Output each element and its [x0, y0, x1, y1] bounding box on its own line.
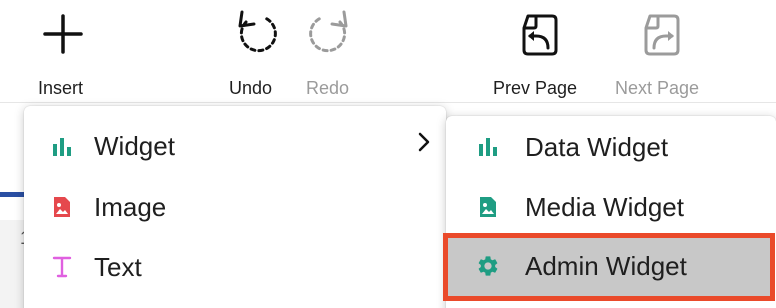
insert-menu: Widget Image Text — [24, 106, 446, 308]
next-page-icon — [644, 14, 680, 56]
undo-label: Undo — [229, 78, 273, 98]
page-accent-bar — [0, 192, 24, 197]
next-page-button[interactable]: Next Page — [612, 0, 716, 102]
submenu-item-media-widget[interactable]: Media Widget — [446, 178, 776, 238]
toolbar-divider — [0, 102, 776, 103]
submenu-item-admin-widget[interactable]: Admin Widget — [443, 233, 775, 301]
undo-button[interactable]: Undo — [226, 0, 284, 102]
menu-item-image-label: Image — [94, 192, 167, 222]
prev-page-icon — [522, 14, 558, 56]
menu-item-widget[interactable]: Widget — [24, 116, 446, 176]
insert-label: Insert — [38, 78, 84, 98]
redo-icon — [309, 10, 348, 53]
widget-submenu: Data Widget Media Widget Admin Widget — [443, 116, 776, 308]
menu-item-text-label: Text — [94, 252, 142, 282]
bar-chart-icon — [479, 138, 497, 156]
text-icon — [52, 256, 72, 278]
menu-item-widget-label: Widget — [94, 131, 175, 161]
menu-item-image[interactable]: Image — [24, 178, 446, 238]
editor-window: Insert Undo Redo Prev Page Next Page Wid… — [0, 0, 776, 308]
image-icon — [480, 197, 496, 217]
bar-chart-icon — [53, 138, 71, 156]
submenu-item-data-widget[interactable]: Data Widget — [446, 118, 776, 178]
image-icon — [54, 197, 70, 217]
media-widget-label: Media Widget — [525, 192, 684, 222]
data-widget-label: Data Widget — [525, 132, 669, 162]
admin-widget-label: Admin Widget — [525, 251, 687, 281]
redo-label: Redo — [306, 78, 350, 98]
prev-page-button[interactable]: Prev Page — [490, 0, 590, 102]
menu-item-text[interactable]: Text — [24, 238, 446, 298]
plus-icon — [43, 14, 83, 54]
chevron-right-icon — [418, 132, 430, 152]
gear-icon — [478, 256, 498, 276]
redo-button[interactable]: Redo — [302, 0, 360, 102]
next-page-label: Next Page — [615, 78, 700, 98]
undo-icon — [238, 10, 277, 53]
insert-button[interactable]: Insert — [34, 0, 96, 102]
prev-page-label: Prev Page — [493, 78, 578, 98]
